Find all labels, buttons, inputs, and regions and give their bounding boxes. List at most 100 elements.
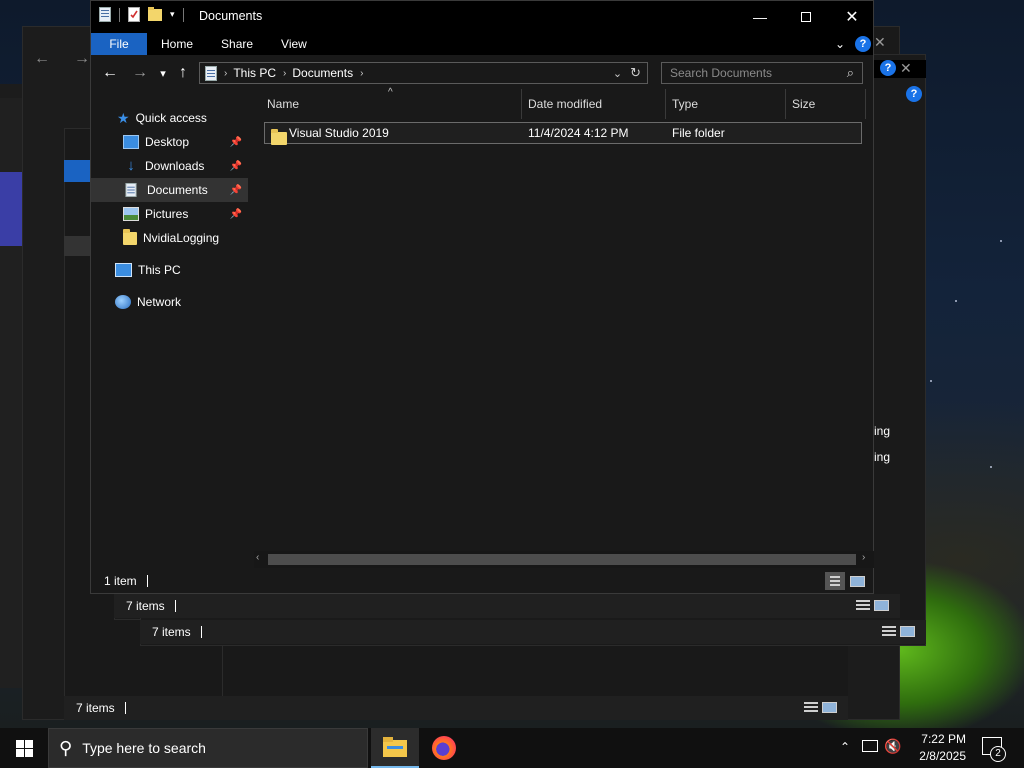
details-view-icon[interactable]: [804, 702, 818, 713]
breadcrumb-documents[interactable]: Documents: [292, 66, 353, 80]
pin-icon[interactable]: 📌: [230, 161, 242, 172]
column-date-modified[interactable]: Date modified: [522, 89, 666, 119]
expand-ribbon-icon[interactable]: ⌄: [835, 37, 845, 51]
close-icon[interactable]: ✕: [900, 60, 912, 77]
view-toggle[interactable]: [856, 600, 889, 611]
folder-icon: [123, 228, 137, 245]
tab-home[interactable]: Home: [147, 33, 207, 55]
file-type: File folder: [672, 126, 725, 140]
up-button[interactable]: ↑: [172, 63, 194, 83]
forward-button[interactable]: →: [129, 63, 151, 83]
chevron-down-icon: ▾: [160, 67, 166, 80]
large-icons-view-icon[interactable]: [822, 702, 837, 713]
close-icon: ✕: [845, 9, 859, 26]
tab-file[interactable]: File: [91, 33, 147, 55]
details-view-button[interactable]: [825, 572, 845, 590]
close-icon[interactable]: ✕: [874, 34, 886, 51]
view-toggle[interactable]: [825, 572, 867, 590]
scrollbar-thumb[interactable]: [268, 554, 856, 565]
table-row[interactable]: Visual Studio 2019 11/4/2024 4:12 PM Fil…: [264, 122, 862, 145]
help-icon[interactable]: ?: [855, 36, 871, 52]
details-view-icon[interactable]: [856, 600, 870, 611]
refresh-icon[interactable]: ↻: [630, 65, 641, 81]
taskbar-search-box[interactable]: ⚲ Type here to search: [48, 728, 368, 768]
start-button[interactable]: [0, 728, 48, 768]
star: [990, 466, 992, 468]
nav-network[interactable]: Network: [91, 290, 248, 314]
search-icon: ⌕: [846, 65, 854, 80]
chevron-right-icon: ›: [224, 67, 228, 79]
background-text: ing: [874, 424, 891, 438]
help-icon[interactable]: ?: [880, 60, 896, 76]
help-icon[interactable]: ?: [906, 86, 922, 102]
pin-icon[interactable]: 📌: [230, 209, 242, 220]
nav-quick-access[interactable]: ★ Quick access: [91, 106, 248, 130]
window-title: Documents: [199, 9, 263, 23]
documents-icon: [125, 183, 137, 197]
maximize-icon: [801, 12, 811, 22]
taskbar-file-explorer[interactable]: [371, 728, 419, 768]
column-size[interactable]: Size: [786, 89, 866, 119]
folder-icon: [271, 128, 287, 145]
view-toggle[interactable]: [804, 702, 837, 713]
customize-toolbar-icon[interactable]: ▾: [170, 9, 175, 20]
clock-date: 2/8/2025: [919, 749, 966, 763]
checklist-icon[interactable]: [128, 7, 140, 22]
title-bar[interactable]: ▾ Documents — ✕: [91, 1, 873, 33]
nav-downloads[interactable]: ↓ Downloads 📌: [91, 154, 248, 178]
status-separator: [146, 575, 148, 587]
close-button[interactable]: ✕: [829, 1, 875, 33]
details-view-icon[interactable]: [882, 626, 896, 637]
nav-documents[interactable]: Documents 📌: [91, 178, 248, 202]
nav-pictures[interactable]: Pictures 📌: [91, 202, 248, 226]
chevron-right-icon[interactable]: ›: [283, 68, 286, 79]
background-content: [222, 644, 848, 696]
taskbar-firefox[interactable]: [420, 728, 468, 768]
horizontal-scrollbar[interactable]: ‹ ›: [254, 551, 874, 568]
pin-icon[interactable]: 📌: [230, 137, 242, 148]
properties-icon[interactable]: [99, 7, 111, 22]
toolbar-separator: [119, 7, 120, 22]
search-placeholder: Search Documents: [670, 66, 773, 80]
windows-logo-icon: [15, 739, 33, 757]
volume-muted-icon[interactable]: 🔇: [884, 738, 901, 755]
scroll-right-icon[interactable]: ›: [862, 552, 865, 563]
nav-this-pc[interactable]: This PC: [91, 258, 248, 282]
minimize-button[interactable]: —: [737, 1, 783, 33]
downloads-icon: ↓: [127, 157, 135, 174]
large-icons-view-icon[interactable]: [900, 626, 915, 637]
nav-label: Documents: [147, 183, 208, 197]
nav-nvidialogging[interactable]: NvidiaLogging: [91, 226, 248, 250]
item-count: 7 items: [126, 599, 165, 613]
nav-desktop[interactable]: Desktop 📌: [91, 130, 248, 154]
address-bar[interactable]: › This PC › Documents › ⌄ ↻: [199, 62, 648, 84]
maximize-button[interactable]: [783, 1, 829, 33]
pin-icon[interactable]: 📌: [230, 185, 242, 196]
breadcrumb-this-pc[interactable]: This PC: [233, 66, 276, 80]
status-separator: [200, 626, 202, 638]
nav-label: Pictures: [145, 207, 189, 221]
clock[interactable]: 7:22 PM 2/8/2025: [906, 731, 966, 765]
background-status-bar: 7 items: [114, 594, 900, 618]
large-icons-view-icon[interactable]: [874, 600, 889, 611]
column-type[interactable]: Type: [666, 89, 786, 119]
search-input[interactable]: Search Documents ⌕: [661, 62, 863, 84]
recent-locations-button[interactable]: ▾: [152, 63, 174, 83]
background-selected-row: [64, 236, 90, 256]
back-arrow-icon: ←: [34, 50, 50, 67]
back-button[interactable]: ←: [99, 63, 121, 83]
large-icons-view-button[interactable]: [847, 572, 867, 590]
tab-view[interactable]: View: [267, 33, 321, 55]
view-toggle[interactable]: [882, 626, 915, 637]
network-status-icon[interactable]: [862, 740, 878, 752]
chevron-up-icon[interactable]: ⌃: [840, 740, 850, 754]
chevron-right-icon[interactable]: ›: [360, 68, 363, 79]
new-folder-icon[interactable]: [148, 7, 162, 22]
file-list: ^ Name Date modified Type Size Visual St…: [248, 87, 874, 569]
back-arrow-icon: ←: [102, 64, 118, 81]
address-dropdown-icon[interactable]: ⌄: [613, 67, 622, 80]
tab-share[interactable]: Share: [207, 33, 267, 55]
column-name[interactable]: Name: [261, 89, 522, 119]
scroll-left-icon[interactable]: ‹: [256, 552, 259, 563]
file-explorer-window[interactable]: ▾ Documents — ✕ File Home Share View ⌄ ?…: [90, 0, 874, 594]
